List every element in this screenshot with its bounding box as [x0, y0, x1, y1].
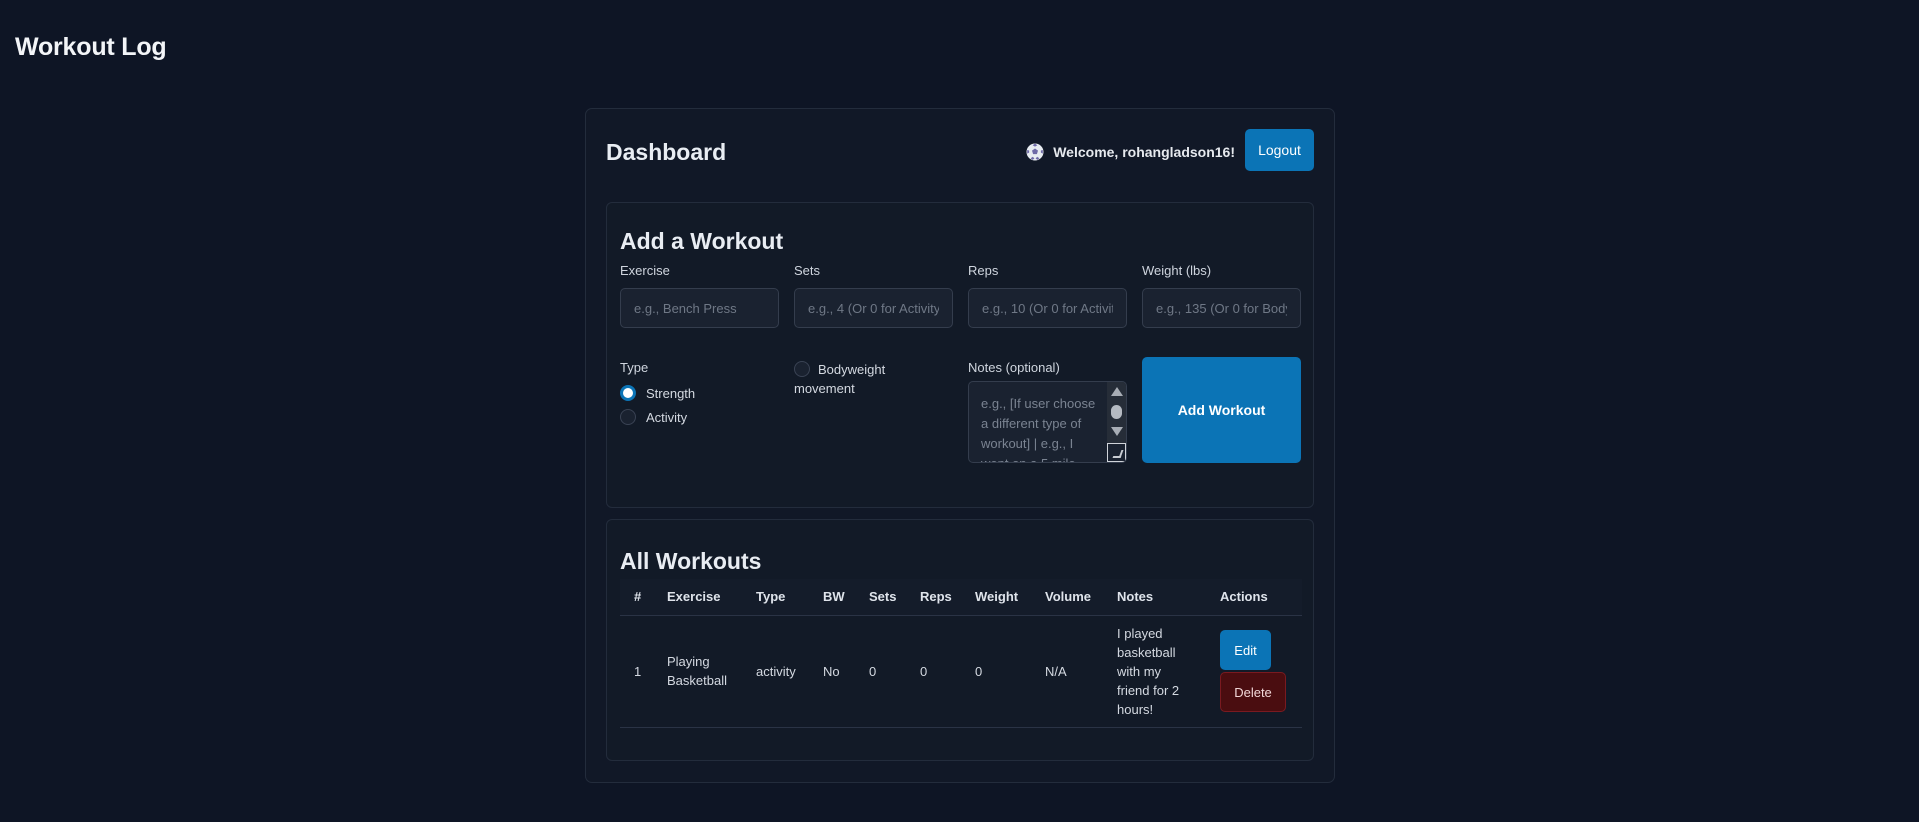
app-title: Workout Log — [15, 33, 167, 61]
all-workouts-card: All Workouts # Exercise Type BW Sets Rep… — [606, 519, 1314, 761]
row-reps: 0 — [906, 615, 961, 728]
exercise-input[interactable] — [620, 288, 779, 328]
column-header: Notes — [1103, 579, 1206, 616]
add-workout-button[interactable]: Add Workout — [1142, 357, 1301, 463]
reps-label: Reps — [968, 263, 999, 278]
type-option-strength[interactable]: Strength — [620, 385, 695, 401]
strength-radio-label: Strength — [646, 385, 696, 401]
column-header: Type — [742, 579, 809, 616]
weight-input[interactable] — [1142, 288, 1301, 328]
notes-label: Notes (optional) — [968, 360, 1060, 375]
column-header: Reps — [906, 579, 961, 616]
page-title: Dashboard — [606, 139, 727, 165]
row-volume: N/A — [1031, 615, 1103, 728]
table-row: 1 Playing Basketball activity No 0 0 0 N… — [620, 615, 1302, 728]
workouts-table: # Exercise Type BW Sets Reps Weight Volu… — [620, 579, 1302, 728]
dashboard-panel: Dashboard Welcome, rohangladson16! Logou… — [585, 108, 1335, 783]
soccer-ball-icon — [1026, 143, 1044, 161]
row-bw: No — [809, 615, 855, 728]
welcome-message: Welcome, rohangladson16! — [1026, 143, 1235, 161]
row-exercise: Playing Basketball — [653, 615, 742, 728]
bodyweight-option[interactable]: Bodyweight movement — [794, 360, 934, 398]
resize-handle-icon[interactable] — [1107, 443, 1126, 462]
row-index: 1 — [620, 615, 653, 728]
sets-label: Sets — [794, 263, 821, 278]
logout-button[interactable]: Logout — [1245, 129, 1314, 171]
activity-radio[interactable] — [620, 409, 636, 425]
column-header: Actions — [1206, 579, 1302, 616]
row-action-buttons: Edit Delete — [1220, 630, 1296, 712]
row-notes: I played basketball with my friend for 2… — [1103, 615, 1206, 728]
bodyweight-checkbox[interactable] — [794, 361, 810, 377]
sets-input[interactable] — [794, 288, 953, 328]
column-header: # — [620, 579, 653, 616]
delete-button[interactable]: Delete — [1220, 672, 1286, 712]
scroll-down-arrow-icon[interactable] — [1111, 427, 1123, 436]
row-type: activity — [742, 615, 809, 728]
table-header-row: # Exercise Type BW Sets Reps Weight Volu… — [620, 579, 1302, 616]
strength-radio[interactable] — [620, 385, 636, 401]
notes-placeholder: e.g., [If user choose a different type o… — [981, 396, 1096, 462]
activity-radio-label: Activity — [646, 409, 688, 425]
add-workout-title: Add a Workout — [620, 228, 784, 254]
edit-button[interactable]: Edit — [1220, 630, 1271, 670]
scroll-up-arrow-icon[interactable] — [1111, 387, 1123, 396]
reps-input[interactable] — [968, 288, 1127, 328]
column-header: BW — [809, 579, 855, 616]
weight-label: Weight (lbs) — [1142, 263, 1212, 278]
dashboard-header: Dashboard Welcome, rohangladson16! Logou… — [606, 129, 1314, 173]
type-label: Type — [620, 360, 649, 375]
type-option-activity[interactable]: Activity — [620, 409, 687, 425]
scroll-thumb[interactable] — [1111, 405, 1122, 419]
exercise-label: Exercise — [620, 263, 670, 278]
column-header: Sets — [855, 579, 906, 616]
column-header: Weight — [961, 579, 1031, 616]
row-weight: 0 — [961, 615, 1031, 728]
column-header: Volume — [1031, 579, 1103, 616]
welcome-text: Welcome, rohangladson16! — [1053, 144, 1235, 160]
column-header: Exercise — [653, 579, 742, 616]
notes-textarea[interactable]: e.g., [If user choose a different type o… — [968, 381, 1127, 463]
all-workouts-title: All Workouts — [620, 548, 762, 574]
row-actions: Edit Delete — [1206, 615, 1302, 728]
add-workout-card: Add a Workout Exercise Sets Reps Weight … — [606, 202, 1314, 508]
row-sets: 0 — [855, 615, 906, 728]
